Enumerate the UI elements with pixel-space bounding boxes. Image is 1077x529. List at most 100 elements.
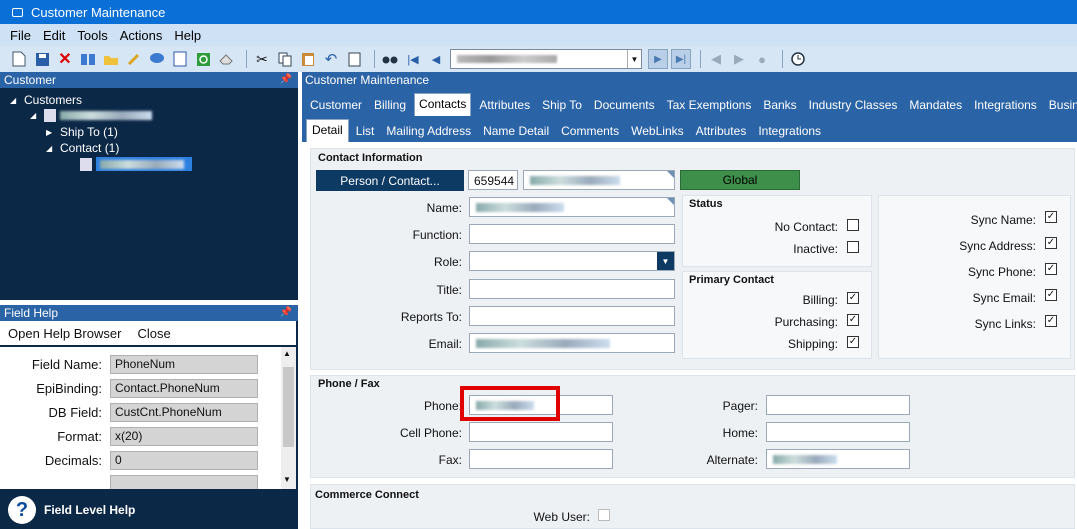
shipping-checkbox[interactable]: ✓ <box>847 336 859 348</box>
forward-icon[interactable]: ▶ <box>730 50 748 68</box>
subtab-name-detail[interactable]: Name Detail <box>478 124 554 142</box>
role-combo[interactable]: ▼ <box>469 251 675 271</box>
book-icon[interactable] <box>79 50 97 68</box>
highlight-annotation <box>460 386 560 421</box>
expand-icon[interactable]: ◢ <box>46 144 54 153</box>
stop-icon[interactable]: ● <box>753 50 771 68</box>
tab-banks[interactable]: Banks <box>759 98 800 116</box>
back-icon[interactable]: ◀ <box>707 50 725 68</box>
delete-icon[interactable]: ✕ <box>56 50 74 68</box>
expand-icon[interactable]: ◢ <box>30 111 38 120</box>
global-button[interactable]: Global <box>680 170 800 190</box>
web-user-checkbox[interactable] <box>598 509 610 521</box>
help-field-row: DB Field: CustCnt.PhoneNum <box>0 402 280 422</box>
scrollbar-thumb[interactable] <box>283 367 294 447</box>
contact-name-lookup-field[interactable] <box>523 170 675 190</box>
subtab-detail[interactable]: Detail <box>306 119 349 142</box>
name-field[interactable] <box>469 197 675 217</box>
menu-edit[interactable]: Edit <box>43 28 65 43</box>
subtab-attributes[interactable]: Attributes <box>691 124 752 142</box>
tab-documents[interactable]: Documents <box>590 98 659 116</box>
field-level-help-bar[interactable]: ? Field Level Help <box>0 491 296 529</box>
tab-billing[interactable]: Billing <box>370 98 410 116</box>
next-record-icon[interactable]: ▶ <box>648 49 668 69</box>
inactive-checkbox[interactable] <box>847 241 859 253</box>
scroll-up-icon[interactable]: ▲ <box>283 349 291 358</box>
tab-integrations[interactable]: Integrations <box>970 98 1041 116</box>
clock-icon[interactable] <box>789 50 807 68</box>
open-help-browser-button[interactable]: Open Help Browser <box>8 326 121 341</box>
eraser-icon[interactable] <box>217 50 235 68</box>
sync-name-checkbox[interactable]: ✓ <box>1045 211 1057 223</box>
menu-tools[interactable]: Tools <box>77 28 107 43</box>
tree-node-customers[interactable]: ◢ Customers <box>10 93 82 107</box>
close-help-button[interactable]: Close <box>137 326 170 341</box>
subtab-comments[interactable]: Comments <box>556 124 624 142</box>
last-record-icon[interactable]: ▶| <box>671 49 691 69</box>
function-field[interactable] <box>469 224 675 244</box>
undo-icon[interactable]: ↶ <box>322 50 340 68</box>
tab-contacts[interactable]: Contacts <box>414 93 472 116</box>
tree-node-customer-record[interactable]: ◢ <box>30 109 152 122</box>
tree-node-contact[interactable]: ◢ Contact (1) <box>46 141 119 155</box>
tree-node-ship-to[interactable]: ▶ Ship To (1) <box>46 125 118 139</box>
scroll-down-icon[interactable]: ▼ <box>283 475 291 484</box>
help-scrollbar[interactable]: ▲ ▼ <box>281 347 296 489</box>
alternate-field[interactable] <box>766 449 910 469</box>
chat-icon[interactable] <box>148 50 166 68</box>
new-document-icon[interactable] <box>10 50 28 68</box>
tab-ship-to[interactable]: Ship To <box>538 98 586 116</box>
sync-email-checkbox[interactable]: ✓ <box>1045 289 1057 301</box>
print-preview-icon[interactable] <box>171 50 189 68</box>
previous-record-icon[interactable]: ◀ <box>427 50 445 68</box>
tab-attributes[interactable]: Attributes <box>475 98 534 116</box>
sync-address-checkbox[interactable]: ✓ <box>1045 237 1057 249</box>
menu-actions[interactable]: Actions <box>120 28 163 43</box>
person-contact-button[interactable]: Person / Contact... <box>316 170 464 191</box>
copy-icon[interactable] <box>276 50 294 68</box>
menu-file[interactable]: File <box>10 28 31 43</box>
dropdown-arrow-icon[interactable]: ▼ <box>627 50 641 68</box>
pin-icon[interactable]: 📌 <box>280 72 292 88</box>
first-record-icon[interactable]: |◀ <box>404 50 422 68</box>
purchasing-checkbox[interactable]: ✓ <box>847 314 859 326</box>
subtab-weblinks[interactable]: WebLinks <box>626 124 688 142</box>
tree-node-contact-record[interactable] <box>80 157 192 171</box>
subtab-integrations[interactable]: Integrations <box>753 124 826 142</box>
tab-tax-exemptions[interactable]: Tax Exemptions <box>663 98 756 116</box>
fax-field[interactable] <box>469 449 613 469</box>
no-contact-checkbox[interactable] <box>847 219 859 231</box>
tab-industry-classes[interactable]: Industry Classes <box>805 98 902 116</box>
billing-checkbox[interactable]: ✓ <box>847 292 859 304</box>
pin-icon[interactable]: 📌 <box>280 305 292 321</box>
tab-customer[interactable]: Customer <box>306 98 366 116</box>
cut-icon[interactable]: ✂ <box>253 50 271 68</box>
attachment-icon[interactable] <box>125 50 143 68</box>
paste-icon[interactable] <box>299 50 317 68</box>
record-search-combo[interactable]: ▼ <box>450 49 642 69</box>
home-field[interactable] <box>766 422 910 442</box>
save-icon[interactable] <box>33 50 51 68</box>
tab-mandates[interactable]: Mandates <box>905 98 966 116</box>
email-label: Email: <box>428 337 462 351</box>
contact-id-field[interactable]: 659544 <box>468 170 518 190</box>
folder-icon[interactable] <box>102 50 120 68</box>
binoculars-icon[interactable] <box>381 50 399 68</box>
expand-icon[interactable]: ◢ <box>10 96 18 105</box>
menu-help[interactable]: Help <box>174 28 201 43</box>
cell-phone-field[interactable] <box>469 422 613 442</box>
sync-links-checkbox[interactable]: ✓ <box>1045 315 1057 327</box>
title-field[interactable] <box>469 279 675 299</box>
pager-field[interactable] <box>766 395 910 415</box>
collapse-icon[interactable]: ▶ <box>46 128 54 137</box>
subtab-mailing-address[interactable]: Mailing Address <box>381 124 476 142</box>
sync-phone-checkbox[interactable]: ✓ <box>1045 263 1057 275</box>
subtab-list[interactable]: List <box>351 124 380 142</box>
dropdown-arrow-icon[interactable]: ▼ <box>657 252 674 270</box>
clipboard-icon[interactable] <box>345 50 363 68</box>
tab-business[interactable]: Business <box>1045 98 1077 116</box>
alternate-label: Alternate: <box>706 453 758 467</box>
email-field[interactable] <box>469 333 675 353</box>
reports-to-field[interactable] <box>469 306 675 326</box>
refresh-icon[interactable] <box>194 50 212 68</box>
